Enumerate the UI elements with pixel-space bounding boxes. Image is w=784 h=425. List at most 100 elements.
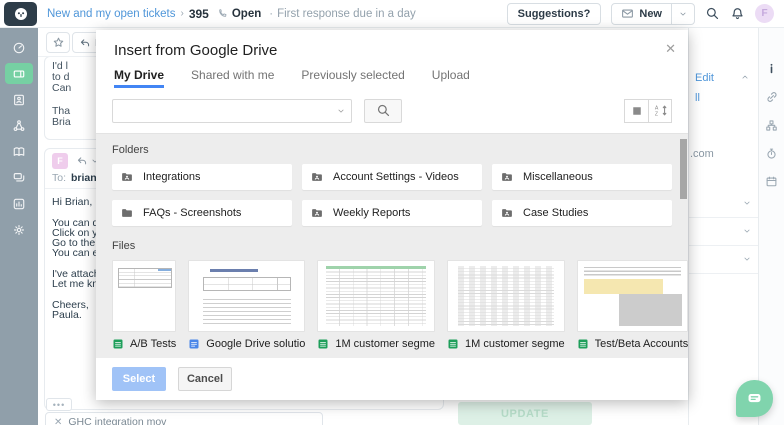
folder-name: Case Studies bbox=[523, 207, 588, 219]
contact-link-fragment[interactable]: ll bbox=[695, 92, 700, 104]
show-more-button[interactable]: ••• bbox=[46, 398, 72, 411]
file-name: 1M customer segme bbox=[335, 338, 435, 350]
folder-name: Account Settings - Videos bbox=[333, 171, 459, 183]
gear-icon bbox=[12, 223, 26, 237]
tab-my-drive[interactable]: My Drive bbox=[114, 68, 164, 88]
folder-card[interactable]: Integrations bbox=[112, 164, 292, 190]
chevron-down-icon bbox=[742, 254, 752, 264]
grid-view-button[interactable] bbox=[624, 99, 648, 123]
grid-view-icon bbox=[631, 105, 643, 117]
rail-item-linked[interactable] bbox=[765, 90, 779, 104]
reply-icon bbox=[79, 37, 91, 49]
tab-previously-selected[interactable]: Previously selected bbox=[301, 68, 404, 88]
star-button[interactable] bbox=[46, 32, 70, 53]
folder-card[interactable]: FAQs - Screenshots bbox=[112, 200, 292, 226]
close-icon[interactable]: ✕ bbox=[665, 41, 676, 57]
reply-icon bbox=[76, 155, 88, 167]
bell-icon[interactable] bbox=[730, 6, 745, 21]
panel-section[interactable] bbox=[689, 190, 759, 218]
chevron-up-icon[interactable] bbox=[740, 72, 750, 82]
folder-name: FAQs - Screenshots bbox=[143, 207, 241, 219]
rail-item-info[interactable] bbox=[765, 62, 778, 75]
sidebar-item-reports[interactable] bbox=[5, 193, 33, 214]
tab-shared-with-me[interactable]: Shared with me bbox=[191, 68, 274, 88]
modal-header: Insert from Google Drive ✕ bbox=[96, 30, 688, 60]
folder-shared-icon bbox=[120, 170, 134, 184]
sidebar-item-contacts[interactable] bbox=[5, 89, 33, 110]
breadcrumb[interactable]: New and my open tickets bbox=[47, 8, 175, 20]
select-button[interactable]: Select bbox=[112, 367, 166, 391]
owl-logo-icon bbox=[13, 6, 29, 22]
file-thumbnail bbox=[188, 260, 305, 332]
contact-panel: Edit ll .com bbox=[688, 28, 758, 425]
cancel-button[interactable]: Cancel bbox=[178, 367, 232, 391]
sheet-icon bbox=[112, 338, 124, 350]
file-row: A/B Tests bbox=[112, 338, 176, 350]
breadcrumb-chevron-icon: › bbox=[180, 8, 183, 19]
panel-section[interactable] bbox=[689, 246, 759, 274]
file-card[interactable]: 1M customer segme bbox=[317, 260, 435, 350]
text-line: You can e bbox=[52, 248, 100, 258]
chat-widget-button[interactable] bbox=[736, 380, 773, 417]
sidebar-item-forums[interactable] bbox=[5, 167, 33, 188]
folders-label: Folders bbox=[112, 144, 672, 156]
forums-icon bbox=[12, 171, 26, 185]
user-avatar[interactable]: F bbox=[755, 4, 774, 23]
tab-upload[interactable]: Upload bbox=[432, 68, 470, 88]
modal-search-row: AZ bbox=[96, 88, 688, 134]
doc-icon bbox=[188, 338, 200, 350]
file-card[interactable]: A/B Tests bbox=[112, 260, 176, 350]
file-card[interactable]: Google Drive solutio bbox=[188, 260, 305, 350]
folder-card[interactable]: Miscellaneous bbox=[492, 164, 672, 190]
modal-footer: Select Cancel bbox=[96, 358, 688, 400]
folder-card[interactable]: Account Settings - Videos bbox=[302, 164, 482, 190]
sidebar-item-dashboard[interactable] bbox=[5, 37, 33, 58]
file-thumbnail bbox=[112, 260, 176, 332]
files-label: Files bbox=[112, 240, 672, 252]
phone-icon bbox=[217, 8, 228, 19]
modal-body: Folders Integrations Account Settings - … bbox=[96, 134, 688, 358]
new-button[interactable]: New bbox=[612, 7, 671, 20]
ticket-icon bbox=[12, 67, 26, 81]
file-card[interactable]: 1M customer segme bbox=[447, 260, 565, 350]
compose-body[interactable]: Hi Brian, You can dClick on yGo to theYo… bbox=[52, 197, 100, 321]
new-button-label: New bbox=[639, 8, 662, 20]
speedometer-icon bbox=[12, 41, 26, 55]
contacts-icon bbox=[12, 93, 26, 107]
suggestions-button[interactable]: Suggestions? bbox=[507, 3, 602, 25]
sort-az-button[interactable]: AZ bbox=[648, 99, 672, 123]
file-row: 1M customer segme bbox=[317, 338, 435, 350]
new-dropdown-button[interactable] bbox=[671, 4, 694, 24]
text-line: Bria bbox=[52, 117, 71, 128]
attachment-chip[interactable]: ✕ GHC integration mov bbox=[45, 412, 323, 425]
attachment-name: GHC integration mov bbox=[68, 416, 166, 425]
search-icon[interactable] bbox=[705, 6, 720, 21]
folder-name: Miscellaneous bbox=[523, 171, 593, 183]
sidebar-item-solutions[interactable] bbox=[5, 141, 33, 162]
panel-section[interactable] bbox=[689, 218, 759, 246]
rail-item-time[interactable] bbox=[765, 147, 778, 160]
drive-search-input[interactable] bbox=[113, 100, 336, 122]
update-button[interactable]: UPDATE bbox=[458, 402, 592, 425]
drive-search-combo bbox=[112, 99, 352, 123]
chevron-down-icon[interactable] bbox=[336, 106, 351, 116]
view-options: AZ bbox=[624, 99, 672, 123]
file-row: Google Drive solutio bbox=[188, 338, 305, 350]
folder-name: Integrations bbox=[143, 171, 200, 183]
file-card[interactable]: Test/Beta Accounts bbox=[577, 260, 688, 350]
drive-search-button[interactable] bbox=[364, 99, 402, 123]
remove-attachment-icon[interactable]: ✕ bbox=[54, 417, 62, 425]
edit-link[interactable]: Edit bbox=[695, 72, 714, 84]
folder-card[interactable]: Case Studies bbox=[492, 200, 672, 226]
folder-card[interactable]: Weekly Reports bbox=[302, 200, 482, 226]
sidebar-item-admin[interactable] bbox=[5, 219, 33, 240]
rail-item-related[interactable] bbox=[765, 119, 778, 132]
modal-scrollbar[interactable] bbox=[680, 139, 687, 199]
sidebar-item-tickets[interactable] bbox=[5, 63, 33, 84]
svg-text:Z: Z bbox=[654, 112, 657, 117]
rail-item-calendar[interactable] bbox=[765, 175, 778, 188]
sidebar-item-social[interactable] bbox=[5, 115, 33, 136]
compose-to-row[interactable]: To:brian. bbox=[52, 172, 100, 184]
freshdesk-logo[interactable] bbox=[4, 2, 37, 26]
text-line: Hi Brian, bbox=[52, 197, 100, 207]
